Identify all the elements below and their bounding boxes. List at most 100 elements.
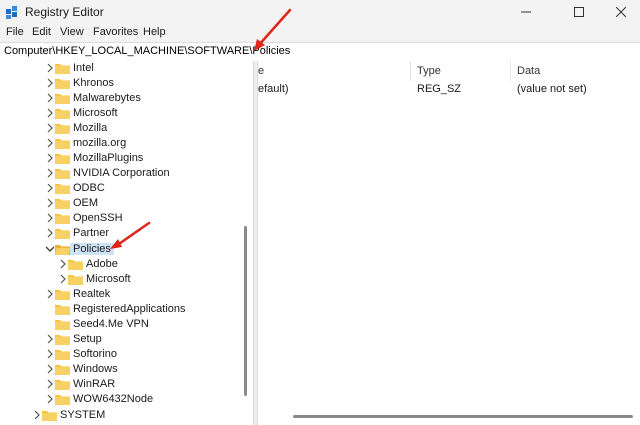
chevron-right-icon[interactable] [46,138,54,148]
chevron-right-icon[interactable] [46,364,54,374]
tree-item-softorino[interactable]: Softorino [46,347,253,362]
folder-icon [55,290,70,300]
column-separator[interactable] [510,61,511,81]
chevron-right-icon[interactable] [46,123,54,133]
chevron-right-icon[interactable] [46,63,54,73]
chevron-right-icon[interactable] [46,183,54,193]
close-button[interactable] [602,0,640,24]
folder-icon [55,79,70,89]
tree-item-partner[interactable]: Partner [46,226,253,241]
folder-icon [55,395,70,405]
maximize-button[interactable] [556,0,602,24]
minimize-button[interactable] [503,0,549,24]
folder-open-icon [55,245,70,255]
maximize-icon [574,7,584,17]
tree-item-intel[interactable]: Intel [46,61,253,76]
tree-item-nvidia-corporation[interactable]: NVIDIA Corporation [46,166,253,181]
menu-bar: File Edit View Favorites Help [0,24,640,42]
chevron-right-icon[interactable] [46,213,54,223]
tree-scrollbar-thumb[interactable] [244,226,247,396]
tree-item-khronos[interactable]: Khronos [46,76,253,91]
tree-item-label: OpenSSH [73,212,123,224]
folder-icon [55,124,70,134]
chevron-right-icon[interactable] [46,93,54,103]
tree-item-registeredapplications[interactable]: RegisteredApplications [46,302,253,317]
tree-item-label: Adobe [86,258,118,270]
tree-item-seed4me-vpn[interactable]: Seed4.Me VPN [46,317,253,332]
column-header-name[interactable]: e [258,65,264,85]
tree-item-label: WOW6432Node [73,393,154,405]
tree-item-label: Mozilla [73,122,108,134]
folder-icon [55,229,70,239]
tree-item-policies-microsoft[interactable]: Microsoft [59,272,253,287]
folder-icon [55,380,70,390]
chevron-right-icon[interactable] [46,78,54,88]
list-scrollbar-thumb[interactable] [293,415,633,418]
menu-edit[interactable]: Edit [32,26,51,38]
column-separator[interactable] [410,61,411,81]
chevron-right-icon[interactable] [46,379,54,389]
tree-item-mozilla-org[interactable]: mozilla.org [46,136,253,151]
tree-item-windows[interactable]: Windows [46,362,253,377]
tree-item-label: mozilla.org [73,137,127,149]
folder-icon [55,64,70,74]
menu-view[interactable]: View [60,26,84,38]
chevron-right-icon[interactable] [46,198,54,208]
tree-item-label: Seed4.Me VPN [73,318,149,330]
tree-item-label: Windows [73,363,118,375]
tree-item-adobe[interactable]: Adobe [59,257,253,272]
menu-favorites[interactable]: Favorites [93,26,138,38]
tree-item-mozilla[interactable]: Mozilla [46,121,253,136]
tree-item-wow6432node[interactable]: WOW6432Node [46,392,253,407]
folder-icon [55,184,70,194]
tree-item-label: MozillaPlugins [73,152,144,164]
folder-icon [55,139,70,149]
tree-item-winrar[interactable]: WinRAR [46,377,253,392]
address-bar[interactable]: Computer\HKEY_LOCAL_MACHINE\SOFTWARE\Pol… [0,42,640,62]
address-path[interactable]: Computer\HKEY_LOCAL_MACHINE\SOFTWARE\Pol… [4,45,290,57]
tree-item-label: Softorino [73,348,118,360]
folder-icon [55,199,70,209]
tree-item-openssh[interactable]: OpenSSH [46,211,253,226]
chevron-right-icon[interactable] [59,274,67,284]
chevron-right-icon[interactable] [46,153,54,163]
chevron-right-icon[interactable] [33,410,41,420]
folder-icon [42,411,57,421]
tree-item-setup[interactable]: Setup [46,332,253,347]
chevron-down-icon[interactable] [46,244,54,254]
folder-icon [55,335,70,345]
chevron-right-icon[interactable] [59,259,67,269]
folder-icon [68,275,83,285]
tree-item-policies[interactable]: Policies [46,242,253,257]
tree-item-label: OEM [73,197,99,209]
column-header-type[interactable]: Type [417,65,441,85]
tree-item-malwarebytes[interactable]: Malwarebytes [46,91,253,106]
chevron-right-icon[interactable] [46,349,54,359]
tree-item-oem[interactable]: OEM [46,196,253,211]
menu-file[interactable]: File [6,26,24,38]
chevron-right-icon[interactable] [46,334,54,344]
tree-item-label: WinRAR [73,378,116,390]
menu-help[interactable]: Help [143,26,166,38]
column-header-data[interactable]: Data [517,65,540,85]
tree-item-label-selected: Policies [70,243,114,255]
chevron-right-icon[interactable] [46,394,54,404]
tree-item-microsoft[interactable]: Microsoft [46,106,253,121]
folder-icon [55,350,70,360]
chevron-right-icon[interactable] [46,289,54,299]
folder-icon [55,154,70,164]
window-title: Registry Editor [25,5,104,19]
tree-item-label: NVIDIA Corporation [73,167,170,179]
tree-item-system[interactable]: SYSTEM [33,408,253,423]
tree-item-mozillaplugins[interactable]: MozillaPlugins [46,151,253,166]
chevron-right-icon[interactable] [46,108,54,118]
chevron-right-icon[interactable] [46,168,54,178]
registry-tree: Intel Khronos Malwarebytes Microsoft Moz… [0,61,253,425]
tree-item-odbc[interactable]: ODBC [46,181,253,196]
folder-icon [55,94,70,104]
tree-item-realtek[interactable]: Realtek [46,287,253,302]
tree-item-label: Microsoft [73,107,118,119]
tree-item-label: ODBC [73,182,105,194]
chevron-right-icon[interactable] [46,228,54,238]
value-data: (value not set) [517,83,587,95]
